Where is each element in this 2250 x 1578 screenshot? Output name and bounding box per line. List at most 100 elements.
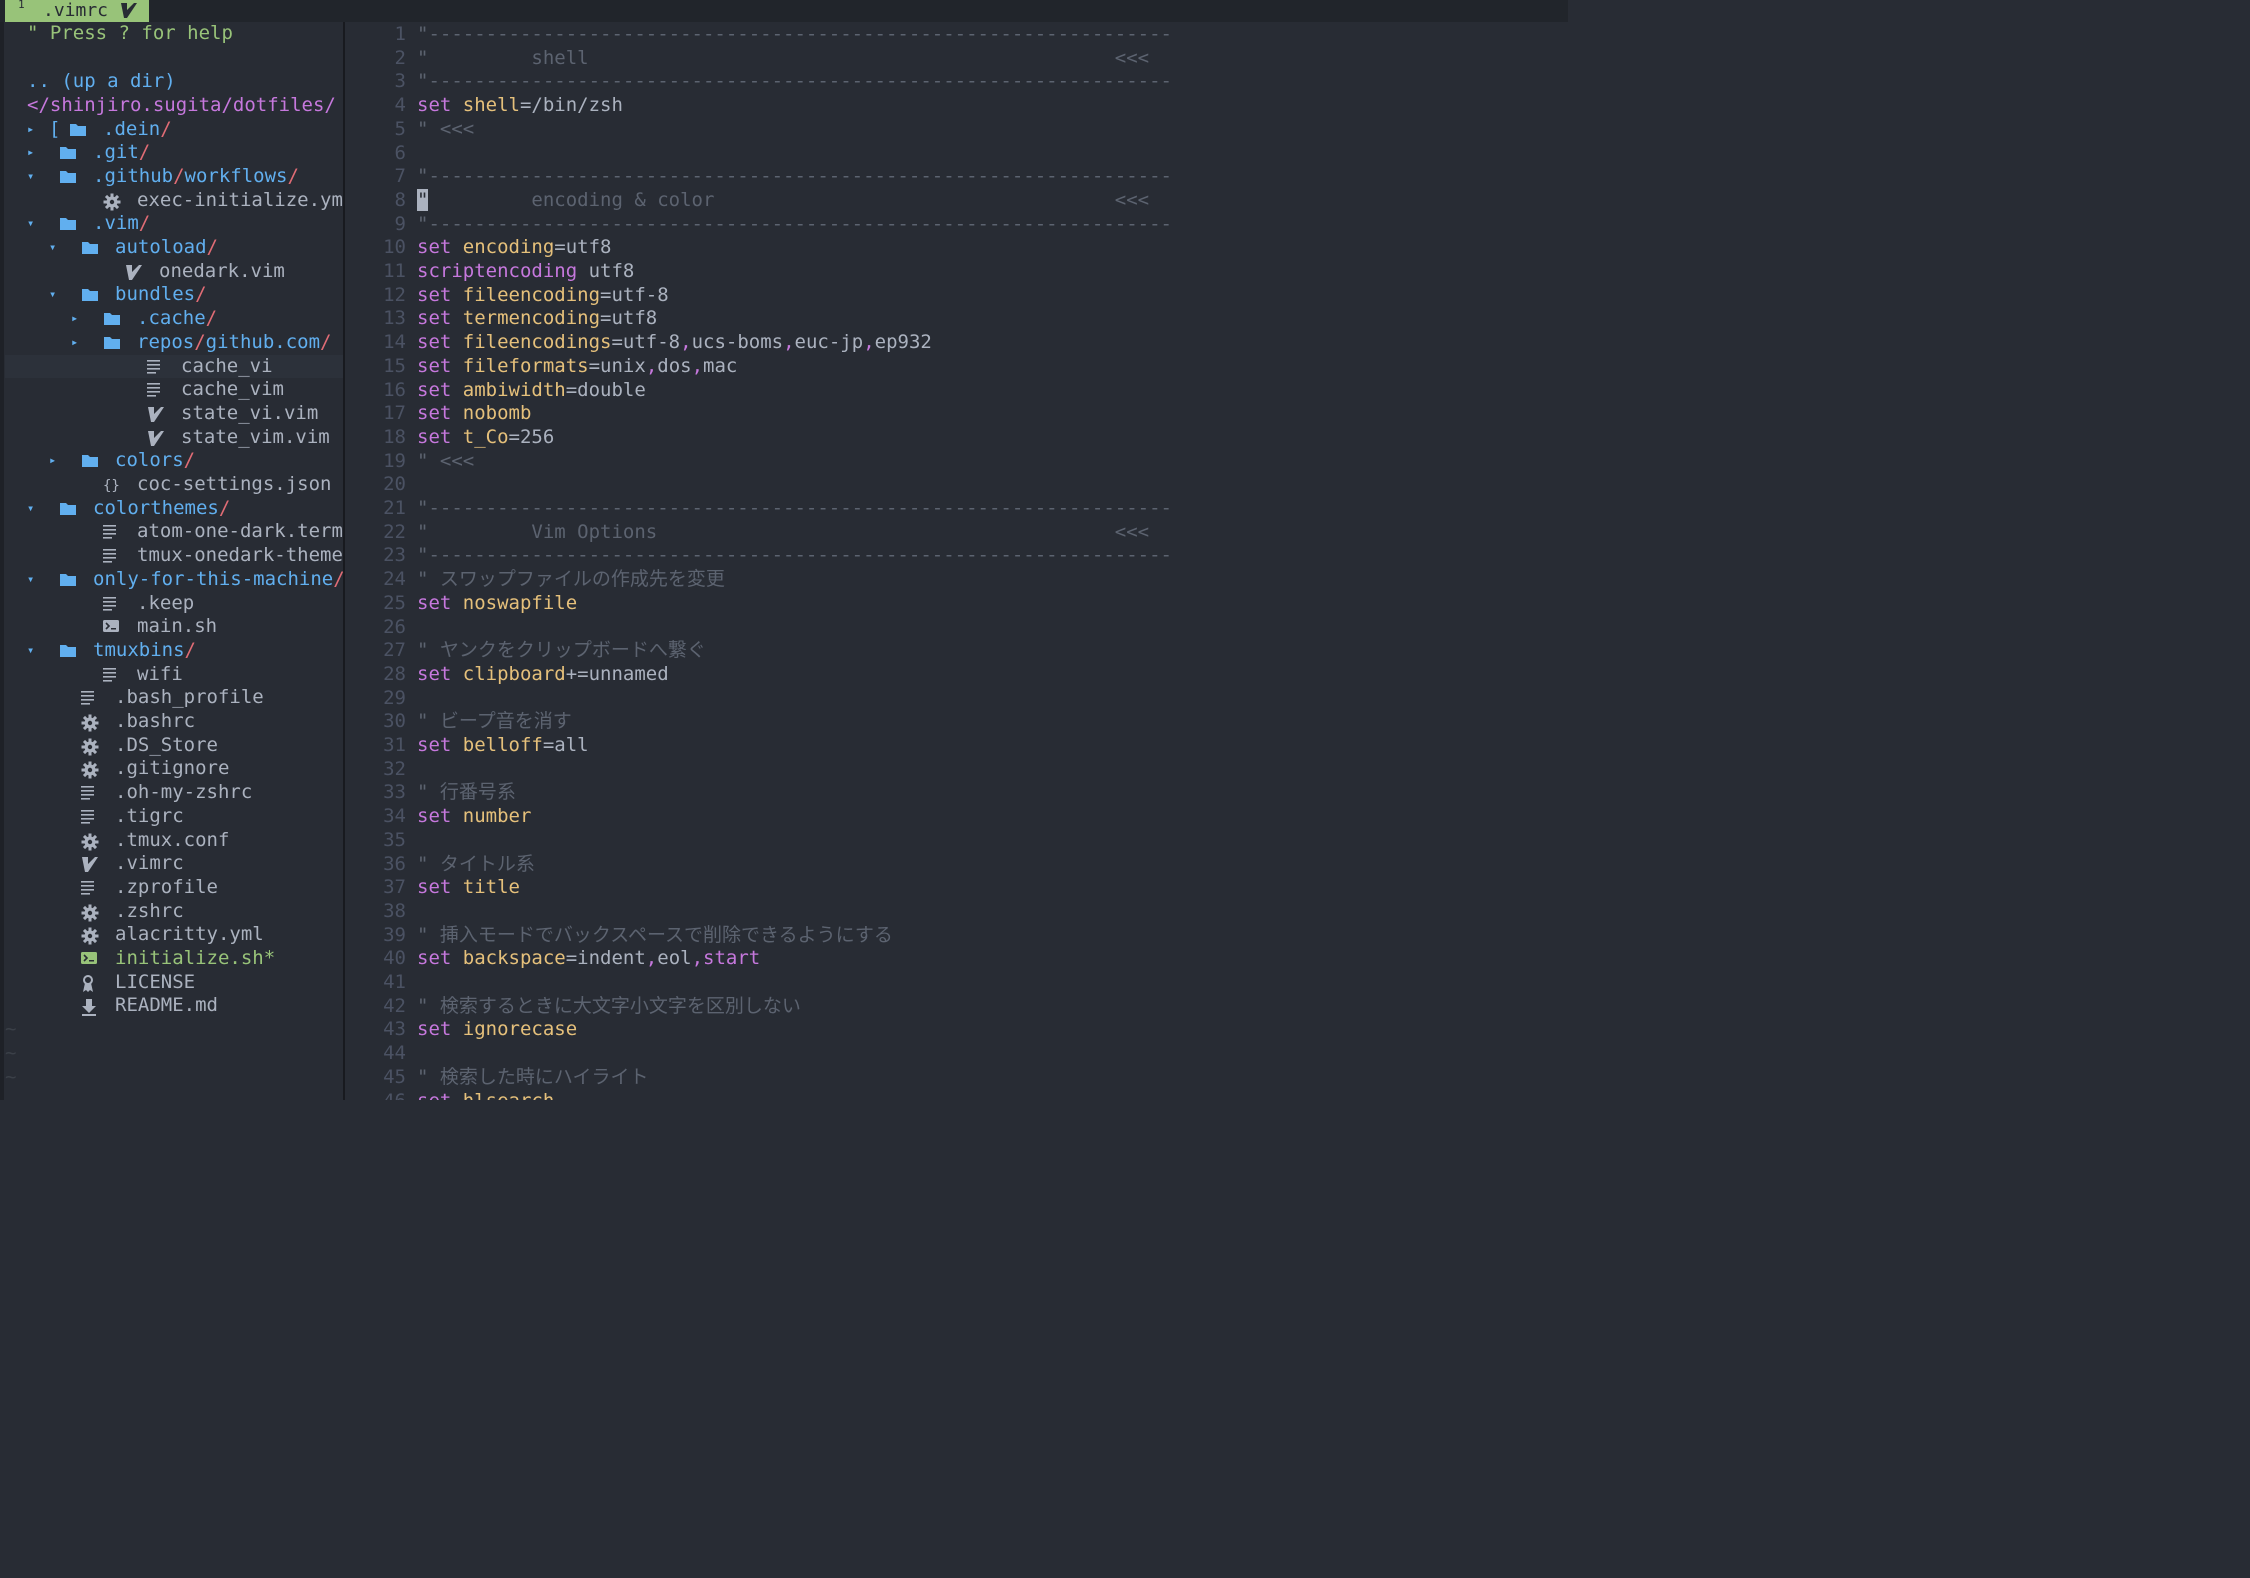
code-line[interactable]: 19 " <<< <box>345 450 1568 473</box>
code-line[interactable]: 29 <box>345 687 1568 710</box>
tree-dir-row[interactable]: ▸ repos/github.com/ <box>5 331 343 354</box>
expanded-arrow-icon[interactable]: ▾ <box>27 568 34 591</box>
tree-file-row[interactable]: .bash_profile <box>5 686 343 709</box>
code-line[interactable]: 21 "-------------------------------------… <box>345 497 1568 520</box>
tree-dir-row[interactable]: ▸ .git/ <box>5 141 343 164</box>
collapsed-arrow-icon[interactable]: ▸ <box>71 331 78 354</box>
code-line[interactable]: 46 set hlsearch <box>345 1090 1568 1101</box>
tree-file-row[interactable]: .DS_Store <box>5 734 343 757</box>
up-a-dir[interactable]: .. (up a dir) <box>5 70 343 93</box>
tree-file-row[interactable]: alacritty.yml <box>5 923 343 946</box>
code-line[interactable]: 28 set clipboard+=unnamed <box>345 663 1568 686</box>
nerdtree-panel[interactable]: " Press ? for help .. (up a dir) </shinj… <box>5 22 343 1100</box>
tree-file-row[interactable]: .bashrc <box>5 710 343 733</box>
tree-dir-row[interactable]: ▸ colors/ <box>5 449 343 472</box>
tree-dir-row[interactable]: ▾ .vim/ <box>5 212 343 235</box>
tree-file-row[interactable]: .zshrc <box>5 900 343 923</box>
code-line[interactable]: 33 " 行番号系 <box>345 781 1568 804</box>
code-line[interactable]: 10 set encoding=utf8 <box>345 236 1568 259</box>
collapsed-arrow-icon[interactable]: ▸ <box>49 449 56 472</box>
expanded-arrow-icon[interactable]: ▾ <box>49 283 56 306</box>
code-line[interactable]: 5 " <<< <box>345 118 1568 141</box>
tree-dir-row[interactable]: ▸ [.dein/ <box>5 118 343 141</box>
tree-file-row[interactable]: onedark.vim <box>5 260 343 283</box>
code-line[interactable]: 30 " ビープ音を消す <box>345 710 1568 733</box>
tree-file-row[interactable]: {} coc-settings.json <box>5 473 343 496</box>
code-line[interactable]: 12 set fileencoding=utf-8 <box>345 284 1568 307</box>
tree-file-row[interactable]: LICENSE <box>5 971 343 994</box>
code-line[interactable]: 45 " 検索した時にハイライト <box>345 1066 1568 1089</box>
tree-dir-row[interactable]: ▾ bundles/ <box>5 283 343 306</box>
code-line[interactable]: 18 set t_Co=256 <box>345 426 1568 449</box>
tree-dir-row[interactable]: ▾ only-for-this-machine/ <box>5 568 343 591</box>
code-line[interactable]: 4 set shell=/bin/zsh <box>345 94 1568 117</box>
expanded-arrow-icon[interactable]: ▾ <box>27 212 34 235</box>
tree-dir-row[interactable]: ▾ autoload/ <box>5 236 343 259</box>
code-line[interactable]: 37 set title <box>345 876 1568 899</box>
expanded-arrow-icon[interactable]: ▾ <box>27 639 34 662</box>
code-line[interactable]: 7 "--------------------------------------… <box>345 165 1568 188</box>
tree-file-row[interactable]: cache_vim <box>5 378 343 401</box>
tree-file-row[interactable]: .vimrc <box>5 852 343 875</box>
tree-file-row[interactable]: .keep <box>5 592 343 615</box>
tree-dir-row[interactable]: ▾ colorthemes/ <box>5 497 343 520</box>
tree-file-row[interactable]: .tigrc <box>5 805 343 828</box>
code-line[interactable]: 1 "--------------------------------------… <box>345 23 1568 46</box>
code-line[interactable]: 17 set nobomb <box>345 402 1568 425</box>
code-line[interactable]: 32 <box>345 758 1568 781</box>
code-line[interactable]: 14 set fileencodings=utf-8,ucs-boms,euc-j… <box>345 331 1568 354</box>
code-line[interactable]: 35 <box>345 829 1568 852</box>
collapsed-arrow-icon[interactable]: ▸ <box>71 307 78 330</box>
code-line[interactable]: 42 " 検索するときに大文字小文字を区別しない <box>345 995 1568 1018</box>
code-line[interactable]: 15 set fileformats=unix,dos,mac <box>345 355 1568 378</box>
tree-file-row[interactable]: exec-initialize.yml <box>5 189 343 212</box>
tree-file-row[interactable]: initialize.sh* <box>5 947 343 970</box>
expanded-arrow-icon[interactable]: ▾ <box>27 497 34 520</box>
expanded-arrow-icon[interactable]: ▾ <box>49 236 56 259</box>
code-line[interactable]: 31 set belloff=all <box>345 734 1568 757</box>
code-line[interactable]: 25 set noswapfile <box>345 592 1568 615</box>
code-line[interactable]: 20 <box>345 473 1568 496</box>
tree-dir-row[interactable]: ▸ .cache/ <box>5 307 343 330</box>
tree-file-row[interactable]: cache_vi <box>5 354 343 378</box>
code-line[interactable]: 22 " Vim Options <<< <box>345 521 1568 544</box>
code-line[interactable]: 2 " shell <<< <box>345 47 1568 70</box>
code-line[interactable]: 36 " タイトル系 <box>345 853 1568 876</box>
code-line[interactable]: 8 " encoding & color <<< <box>345 188 1568 212</box>
tree-file-row[interactable]: state_vim.vim <box>5 426 343 449</box>
code-line[interactable]: 39 " 挿入モードでバックスペースで削除できるようにする <box>345 924 1568 947</box>
code-line[interactable]: 27 " ヤンクをクリップボードへ繋ぐ <box>345 639 1568 662</box>
tree-file-row[interactable]: state_vi.vim <box>5 402 343 425</box>
code-line[interactable]: 41 <box>345 971 1568 994</box>
code-line[interactable]: 26 <box>345 616 1568 639</box>
code-line[interactable]: 34 set number <box>345 805 1568 828</box>
code-line[interactable]: 44 <box>345 1042 1568 1065</box>
tree-file-row[interactable]: .tmux.conf <box>5 829 343 852</box>
expanded-arrow-icon[interactable]: ▾ <box>27 165 34 188</box>
tree-file-row[interactable]: tmux-onedark-theme.t <box>5 544 343 567</box>
tree-file-row[interactable]: .zprofile <box>5 876 343 899</box>
tab-vimrc[interactable]: 1 .vimrc <box>5 0 149 22</box>
tree-dir-row[interactable]: ▾ tmuxbins/ <box>5 639 343 662</box>
collapsed-arrow-icon[interactable]: ▸ <box>27 141 34 164</box>
code-line[interactable]: 43 set ignorecase <box>345 1018 1568 1041</box>
tree-file-row[interactable]: wifi <box>5 663 343 686</box>
collapsed-arrow-icon[interactable]: ▸ <box>27 118 34 141</box>
tree-file-row[interactable]: .gitignore <box>5 757 343 780</box>
tree-file-row[interactable]: atom-one-dark.termin <box>5 520 343 543</box>
code-line[interactable]: 40 set backspace=indent,eol,start <box>345 947 1568 970</box>
tree-dir-row[interactable]: ▾ .github/workflows/ <box>5 165 343 188</box>
editor-buffer[interactable]: 1 "--------------------------------------… <box>345 22 1568 1100</box>
code-line[interactable]: 6 <box>345 142 1568 165</box>
code-line[interactable]: 3 "--------------------------------------… <box>345 70 1568 93</box>
code-line[interactable]: 9 "--------------------------------------… <box>345 213 1568 236</box>
code-line[interactable]: 16 set ambiwidth=double <box>345 379 1568 402</box>
code-line[interactable]: 11 scriptencoding utf8 <box>345 260 1568 283</box>
code-line[interactable]: 38 <box>345 900 1568 923</box>
tree-file-row[interactable]: .oh-my-zshrc <box>5 781 343 804</box>
tree-file-row[interactable]: README.md <box>5 994 343 1017</box>
code-line[interactable]: 24 " スワップファイルの作成先を変更 <box>345 568 1568 591</box>
tree-file-row[interactable]: main.sh <box>5 615 343 638</box>
code-line[interactable]: 23 "-------------------------------------… <box>345 544 1568 567</box>
code-line[interactable]: 13 set termencoding=utf8 <box>345 307 1568 330</box>
